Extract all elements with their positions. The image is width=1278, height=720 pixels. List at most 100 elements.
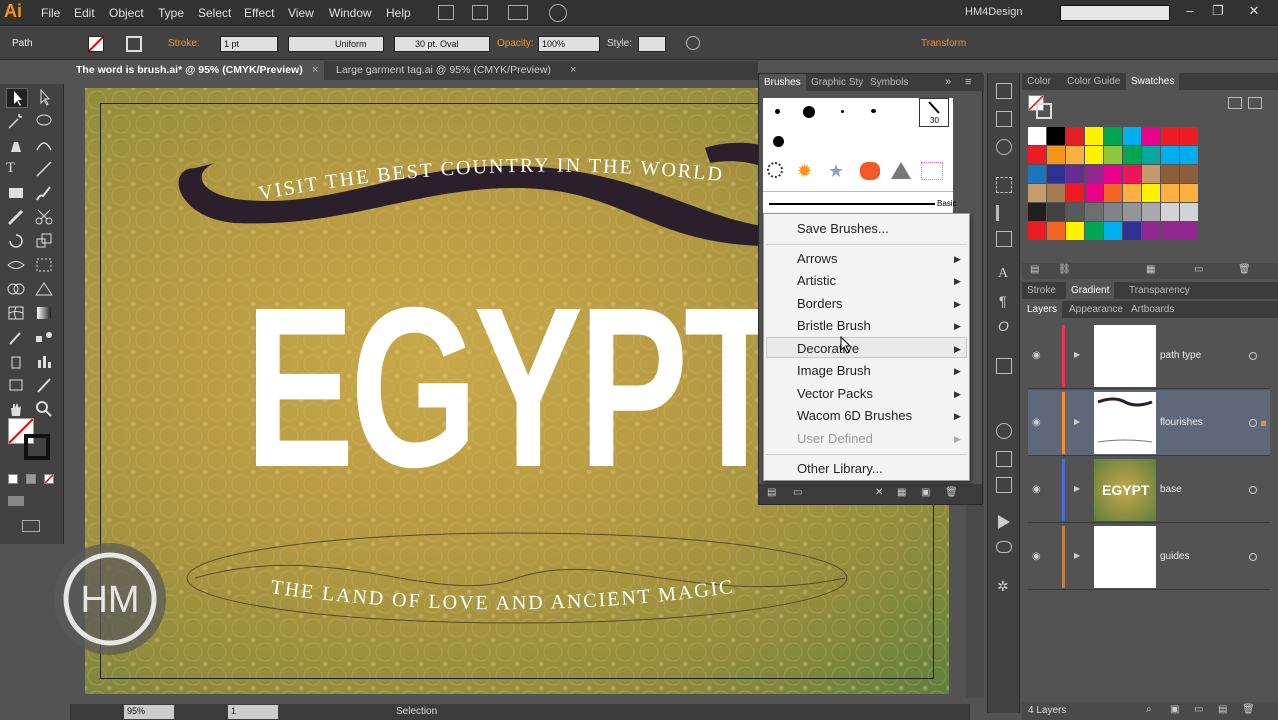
- brush-dot-large[interactable]: [803, 106, 815, 118]
- search-input[interactable]: [1060, 5, 1170, 21]
- swatch[interactable]: [1085, 165, 1103, 183]
- thumbnail-view-icon[interactable]: [1248, 97, 1262, 109]
- swatch[interactable]: [1142, 165, 1160, 183]
- layer-row[interactable]: ◉ ▶ flourishes: [1028, 390, 1270, 456]
- swatch[interactable]: [1104, 165, 1122, 183]
- eyedropper-tool-icon[interactable]: [6, 328, 28, 348]
- swatch-libraries-icon[interactable]: ▤: [1030, 264, 1039, 275]
- swatch[interactable]: [1123, 146, 1141, 164]
- lasso-tool-icon[interactable]: [34, 112, 56, 132]
- expand-arrow-icon[interactable]: ▶: [1074, 484, 1080, 493]
- swatch[interactable]: [1066, 222, 1084, 240]
- line-segment-tool-icon[interactable]: [34, 160, 56, 180]
- column-graph-tool-icon[interactable]: [34, 352, 56, 372]
- graphic-styles-icon[interactable]: [996, 111, 1012, 127]
- tab-layers[interactable]: Layers: [1022, 301, 1063, 318]
- tab-stroke[interactable]: Stroke: [1022, 282, 1061, 299]
- menu-wacom-6d-brushes[interactable]: Wacom 6D Brushes: [797, 408, 912, 423]
- menu-effect[interactable]: Effect: [244, 6, 274, 20]
- swatch[interactable]: [1142, 203, 1160, 221]
- tab-garment-tag[interactable]: Large garment tag.ai @ 95% (CMYK/Preview…: [330, 61, 588, 80]
- brush-scatter-sunburst[interactable]: [767, 162, 783, 178]
- type-tool-icon[interactable]: T: [6, 160, 28, 180]
- tab-symbols[interactable]: Symbols: [865, 74, 913, 91]
- swatch[interactable]: [1047, 184, 1065, 202]
- opentype-icon[interactable]: O: [998, 318, 1009, 334]
- remove-stroke-icon[interactable]: ✕: [875, 487, 883, 498]
- bridge-icon[interactable]: [438, 5, 454, 20]
- symbols-icon[interactable]: [996, 139, 1012, 155]
- opacity-label[interactable]: Opacity:: [497, 38, 534, 49]
- visibility-eye-icon[interactable]: ◉: [1032, 417, 1041, 428]
- tab-appearance[interactable]: Appearance: [1064, 301, 1128, 318]
- slice-tool-icon[interactable]: [34, 376, 56, 396]
- scale-tool-icon[interactable]: [34, 232, 56, 252]
- delete-swatch-icon[interactable]: 🗑: [1238, 264, 1251, 275]
- expand-arrow-icon[interactable]: ▶: [1074, 350, 1080, 359]
- brush-art-triangle[interactable]: [891, 162, 911, 179]
- stroke-indicator[interactable]: [1036, 103, 1052, 119]
- selection-tool-icon[interactable]: [6, 88, 28, 108]
- pathfinder-icon[interactable]: [996, 231, 1012, 247]
- artboard-tool-icon[interactable]: [6, 376, 28, 396]
- swatch[interactable]: [1180, 165, 1198, 183]
- layer-name[interactable]: flourishes: [1160, 417, 1203, 428]
- swatch[interactable]: [1104, 184, 1122, 202]
- swatch[interactable]: [1028, 146, 1046, 164]
- color-mode-icon[interactable]: [8, 474, 18, 484]
- swatch[interactable]: [1085, 203, 1103, 221]
- menu-borders[interactable]: Borders: [797, 296, 843, 311]
- swatch[interactable]: [1142, 146, 1160, 164]
- tab-color[interactable]: Color: [1022, 73, 1056, 90]
- brush-art-star[interactable]: ✹: [797, 162, 815, 180]
- free-transform-tool-icon[interactable]: [34, 256, 56, 276]
- swatch[interactable]: [1047, 127, 1065, 145]
- hand-tool-icon[interactable]: [6, 400, 28, 420]
- swatch[interactable]: [1066, 127, 1084, 145]
- opacity-field[interactable]: 100%: [538, 36, 600, 52]
- gpu-performance-icon[interactable]: [549, 4, 567, 22]
- swatch[interactable]: [1161, 146, 1179, 164]
- none-mode-icon[interactable]: [44, 474, 54, 484]
- blend-tool-icon[interactable]: [34, 328, 56, 348]
- document-info-icon[interactable]: [996, 451, 1012, 467]
- info-icon[interactable]: [996, 423, 1012, 439]
- tab-color-guide[interactable]: Color Guide: [1062, 73, 1125, 90]
- swatch[interactable]: [1028, 184, 1046, 202]
- stock-icon[interactable]: [472, 5, 488, 20]
- swatch[interactable]: [1123, 165, 1141, 183]
- variable-width-profile[interactable]: Uniform: [288, 36, 384, 52]
- stroke-label[interactable]: Stroke:: [168, 38, 200, 49]
- show-kinds-icon[interactable]: ⛓: [1058, 264, 1071, 275]
- menu-image-brush[interactable]: Image Brush: [797, 363, 871, 378]
- expand-arrow-icon[interactable]: ▶: [1074, 551, 1080, 560]
- symbol-sprayer-tool-icon[interactable]: [6, 352, 28, 372]
- visibility-eye-icon[interactable]: ◉: [1032, 484, 1041, 495]
- new-sublayer-icon[interactable]: ▭: [1194, 704, 1203, 715]
- pen-tool-icon[interactable]: [6, 136, 28, 156]
- pencil-tool-icon[interactable]: [6, 208, 28, 228]
- swatch[interactable]: [1142, 184, 1160, 202]
- swatch[interactable]: [1180, 146, 1198, 164]
- brush-dot-small[interactable]: [775, 109, 780, 114]
- swatch[interactable]: [1104, 146, 1122, 164]
- menu-save-brushes[interactable]: Save Brushes...: [797, 221, 889, 236]
- scissors-tool-icon[interactable]: [34, 208, 56, 228]
- swatch[interactable]: [1180, 184, 1198, 202]
- brush-libraries-menu-icon[interactable]: ▤: [767, 487, 776, 498]
- menu-type[interactable]: Type: [158, 6, 184, 20]
- rotate-tool-icon[interactable]: [6, 232, 28, 252]
- swatch[interactable]: [1123, 184, 1141, 202]
- brush-dot-medium[interactable]: [773, 136, 784, 147]
- swatch[interactable]: [1180, 127, 1198, 145]
- brush-dot-tiny[interactable]: [841, 110, 844, 113]
- swatch[interactable]: [1180, 203, 1198, 221]
- tab-gradient[interactable]: Gradient: [1066, 282, 1115, 299]
- libraries-panel-icon[interactable]: ▭: [793, 487, 802, 498]
- menu-file[interactable]: File: [41, 6, 60, 20]
- swatch[interactable]: [1104, 222, 1122, 240]
- new-color-group-icon[interactable]: ▭: [1194, 264, 1203, 275]
- layer-row[interactable]: ◉ ▶ path type: [1028, 323, 1270, 389]
- stroke-swatch[interactable]: [126, 36, 142, 52]
- swatch[interactable]: [1047, 146, 1065, 164]
